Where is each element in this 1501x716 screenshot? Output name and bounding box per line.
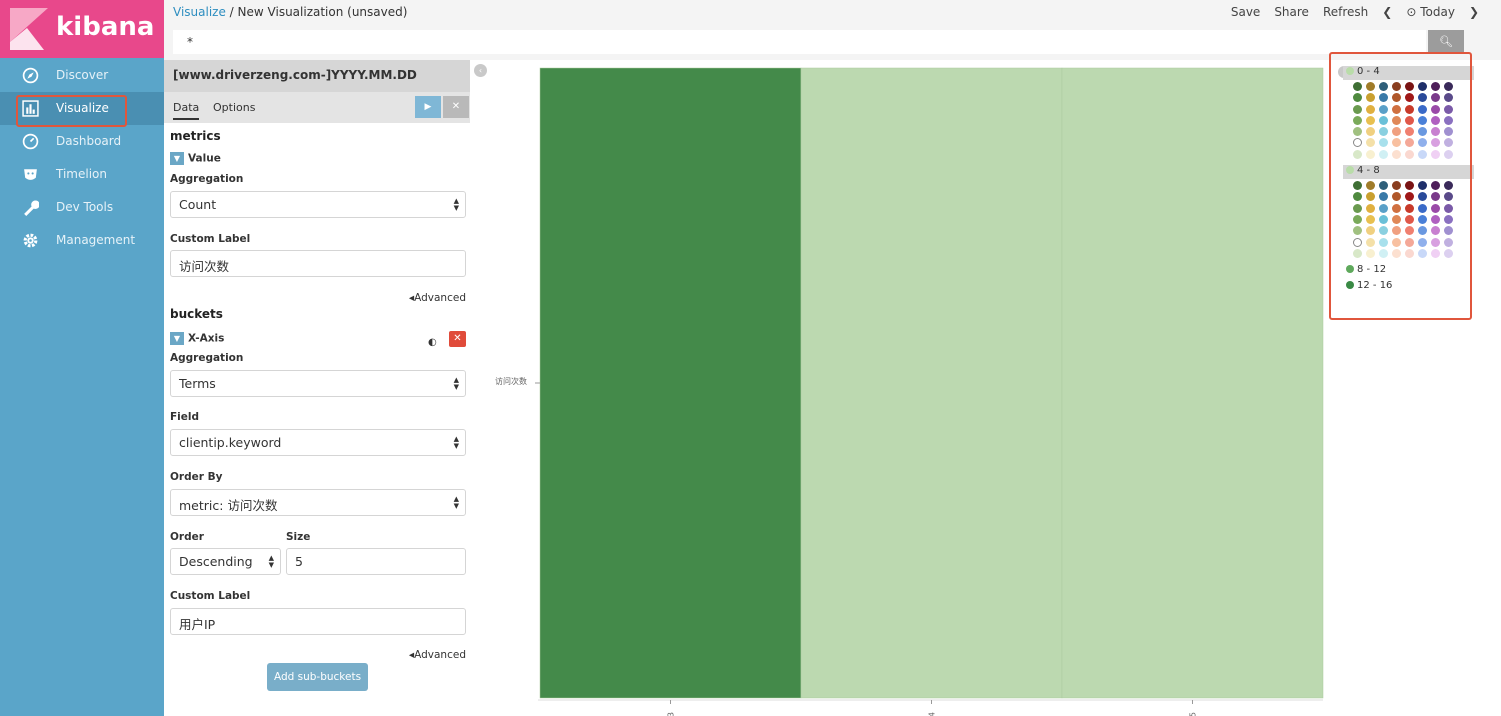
x-tick-label: 55 xyxy=(1189,712,1198,716)
field-select[interactable]: clientip.keyword ▲ ▼ xyxy=(170,429,466,456)
heatmap-chart: 53 54 55 xyxy=(535,67,1324,716)
size-input[interactable]: 5 xyxy=(286,548,466,575)
discard-changes-button[interactable]: ✕ xyxy=(443,96,469,118)
tab-data[interactable]: Data xyxy=(173,101,200,120)
sidebar-item-dev-tools[interactable]: Dev Tools xyxy=(0,191,164,224)
select-arrows-icon: ▲ ▼ xyxy=(268,554,274,569)
advanced-label: Advanced xyxy=(414,292,466,304)
bucket-aggregation-select[interactable]: Terms ▲ ▼ xyxy=(170,370,466,397)
metric-custom-label-label: Custom Label xyxy=(170,233,251,245)
buckets-section-title: buckets xyxy=(170,307,223,321)
collapse-editor-button[interactable]: ‹ xyxy=(474,64,487,77)
advanced-label: Advanced xyxy=(414,649,466,661)
order-by-label: Order By xyxy=(170,471,223,483)
top-actions: Save Share Refresh ❮ ⊙ Today ❯ xyxy=(1231,5,1479,19)
refresh-button[interactable]: Refresh xyxy=(1323,5,1368,19)
time-picker[interactable]: ⊙ Today xyxy=(1406,5,1455,19)
bucket-advanced-toggle[interactable]: ◂Advanced xyxy=(409,649,466,661)
search-input[interactable]: * xyxy=(173,30,1426,54)
remove-bucket-button[interactable]: ✕ xyxy=(449,331,466,347)
chevron-down-icon[interactable]: ▼ xyxy=(170,152,184,165)
save-button[interactable]: Save xyxy=(1231,5,1260,19)
gear-icon xyxy=(23,233,38,248)
select-arrows-icon: ▲ ▼ xyxy=(453,495,459,510)
breadcrumb-current: New Visualization (unsaved) xyxy=(237,5,408,19)
search-icon: 🔍︎ xyxy=(1439,35,1453,48)
order-by-select[interactable]: metric: 访问次数 ▲ ▼ xyxy=(170,489,466,516)
field-label: Field xyxy=(170,411,200,423)
top-bar: Visualize / New Visualization (unsaved) … xyxy=(164,0,1501,60)
heatmap-cell[interactable] xyxy=(800,67,1063,699)
sidebar-item-management[interactable]: Management xyxy=(0,224,164,257)
breadcrumb-separator: / xyxy=(229,5,234,19)
x-tick-label: 54 xyxy=(928,712,937,716)
close-icon: ✕ xyxy=(451,101,461,112)
visualize-highlight-box xyxy=(16,95,127,127)
sidebar-item-discover[interactable]: Discover xyxy=(0,59,164,92)
kibana-logo[interactable]: kibana xyxy=(0,0,164,58)
chevron-down-icon[interactable]: ▼ xyxy=(170,332,184,345)
select-arrows-icon: ▲ ▼ xyxy=(453,435,459,450)
add-sub-buckets-button[interactable]: Add sub-buckets xyxy=(267,663,368,691)
kibana-logo-icon xyxy=(10,8,48,50)
sidebar-item-label: Dev Tools xyxy=(56,200,114,214)
sidebar-item-label: Dashboard xyxy=(56,134,122,148)
metric-advanced-toggle[interactable]: ◂Advanced xyxy=(409,292,466,304)
metric-custom-label-input[interactable]: 访问次数 xyxy=(170,250,466,277)
breadcrumb-link-visualize[interactable]: Visualize xyxy=(173,5,226,19)
select-value: Descending xyxy=(179,554,253,569)
dashboard-icon xyxy=(22,133,39,150)
chevron-right-icon[interactable]: ❯ xyxy=(1469,5,1479,19)
clock-icon: ⊙ xyxy=(1406,5,1421,19)
editor-tabs: Data Options ▶ ✕ xyxy=(164,92,470,123)
bucket-custom-label-input[interactable]: 用户IP xyxy=(170,608,466,635)
heatmap-cell[interactable] xyxy=(1061,67,1324,699)
toggle-visibility-icon[interactable]: ◐ xyxy=(428,337,437,348)
select-value: Terms xyxy=(179,376,216,391)
metric-agg-header[interactable]: ▼ Value xyxy=(170,152,221,166)
chevron-left-icon[interactable]: ❮ xyxy=(1382,5,1392,19)
close-icon: ✕ xyxy=(453,333,462,344)
play-icon: ▶ xyxy=(424,102,432,112)
search-button[interactable]: 🔍︎ xyxy=(1428,30,1464,54)
index-pattern-title: [www.driverzeng.com-]YYYY.MM.DD xyxy=(164,60,470,92)
bucket-aggregation-label: Aggregation xyxy=(170,352,244,364)
chevron-left-icon: ‹ xyxy=(478,66,483,75)
select-arrows-icon: ▲ ▼ xyxy=(453,197,459,212)
tab-options[interactable]: Options xyxy=(213,101,255,114)
metric-aggregation-select[interactable]: Count ▲ ▼ xyxy=(170,191,466,218)
compass-icon xyxy=(22,67,39,84)
heatmap-cell[interactable] xyxy=(539,67,802,699)
size-label: Size xyxy=(286,531,311,543)
select-value: clientip.keyword xyxy=(179,435,282,450)
editor-panel: [www.driverzeng.com-]YYYY.MM.DD Data Opt… xyxy=(164,60,474,716)
timelion-icon xyxy=(24,169,37,180)
bucket-custom-label-label: Custom Label xyxy=(170,590,251,602)
apply-changes-button[interactable]: ▶ xyxy=(415,96,441,118)
order-select[interactable]: Descending ▲ ▼ xyxy=(170,548,281,575)
sidebar-item-label: Discover xyxy=(56,68,109,82)
order-label: Order xyxy=(170,531,204,543)
time-label: Today xyxy=(1420,5,1455,19)
legend-highlight-box xyxy=(1329,52,1472,320)
chart-area: 53 54 55 访问次数 xyxy=(488,60,1338,716)
metric-aggregation-label: Aggregation xyxy=(170,173,244,185)
x-tick-label: 53 xyxy=(667,712,676,716)
share-button[interactable]: Share xyxy=(1274,5,1309,19)
sidebar-item-dashboard[interactable]: Dashboard xyxy=(0,125,164,158)
select-value: Count xyxy=(179,197,217,212)
sidebar-item-label: Timelion xyxy=(56,167,107,181)
y-axis-label: 访问次数 xyxy=(495,377,527,386)
breadcrumb: Visualize / New Visualization (unsaved) xyxy=(173,5,407,19)
bucket-agg-header[interactable]: ▼ X-Axis xyxy=(170,332,224,346)
wrench-icon xyxy=(24,200,39,216)
metric-agg-title: Value xyxy=(188,152,221,165)
sidebar-item-label: Management xyxy=(56,233,136,247)
metrics-section-title: metrics xyxy=(170,129,221,143)
select-arrows-icon: ▲ ▼ xyxy=(453,376,459,391)
bucket-agg-title: X-Axis xyxy=(188,332,225,345)
select-value: metric: 访问次数 xyxy=(179,498,278,513)
sidebar-item-timelion[interactable]: Timelion xyxy=(0,158,164,191)
app-name: kibana xyxy=(56,12,155,42)
